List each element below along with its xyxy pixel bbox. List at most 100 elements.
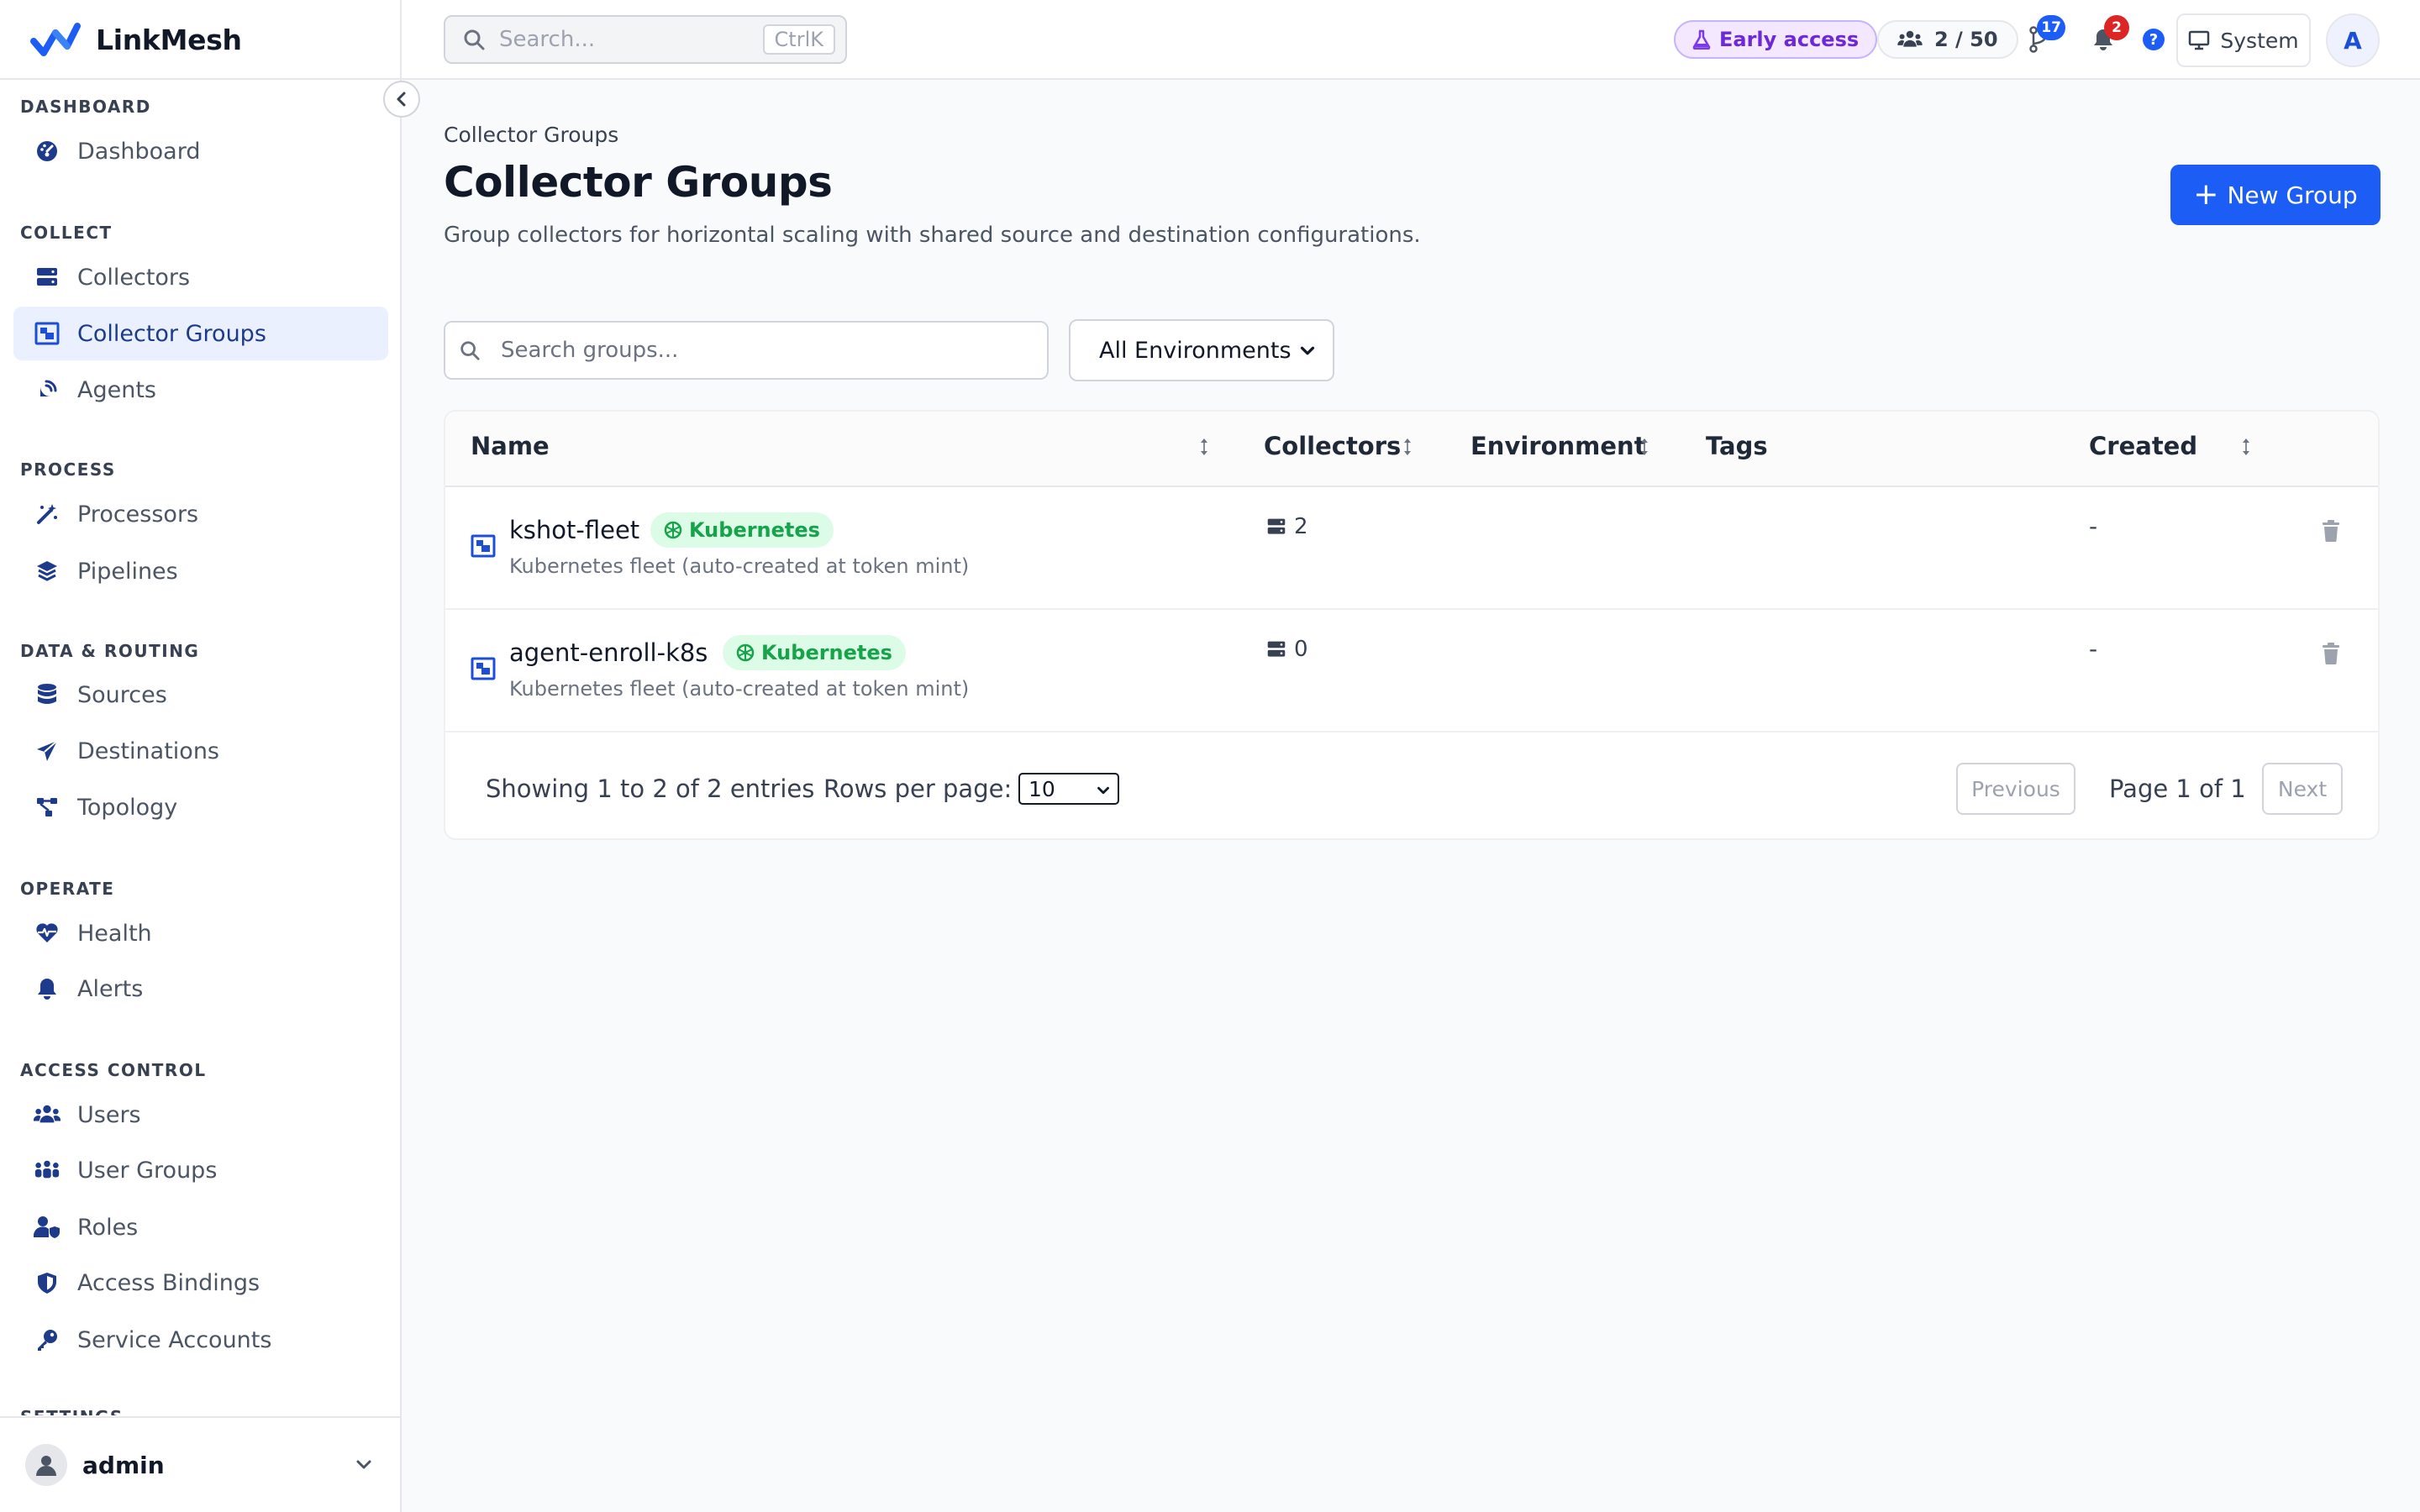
sidebar-item-user-groups[interactable]: User Groups — [13, 1143, 388, 1197]
users-icon — [34, 1101, 60, 1128]
app-name: LinkMesh — [96, 23, 242, 56]
sort-icon[interactable] — [1639, 437, 1650, 457]
sidebar-item-processors[interactable]: Processors — [13, 487, 388, 541]
early-access-badge[interactable]: Early access — [1674, 20, 1878, 59]
created-value: - — [2089, 512, 2098, 540]
group-name[interactable]: agent-enroll-k8s — [509, 638, 708, 667]
sidebar-item-label: Dashboard — [77, 138, 201, 165]
people-group-icon — [34, 1157, 60, 1184]
server-icon — [34, 264, 60, 291]
column-environment[interactable]: Environment — [1470, 432, 1646, 460]
seats-count: 2 / 50 — [1934, 28, 1998, 51]
new-group-label: New Group — [2227, 181, 2358, 209]
help-button[interactable]: ? — [2134, 20, 2173, 59]
sidebar-item-access-bindings[interactable]: Access Bindings — [13, 1256, 388, 1310]
seats-usage-badge[interactable]: 2 / 50 — [1877, 20, 2018, 59]
user-icon — [36, 1456, 56, 1476]
page-subtitle: Group collectors for horizontal scaling … — [444, 223, 1421, 248]
next-page-button[interactable]: Next — [2262, 763, 2343, 815]
group-search-placeholder: Search groups... — [501, 338, 679, 363]
git-changes-badge: 17 — [2037, 15, 2065, 40]
monitor-icon — [2189, 30, 2210, 50]
linkmesh-logo-icon — [30, 23, 81, 56]
gauge-icon — [34, 138, 60, 165]
sidebar-item-users[interactable]: Users — [13, 1088, 388, 1142]
layers-icon — [34, 558, 60, 585]
group-search-input[interactable]: Search groups... — [444, 321, 1049, 380]
trash-icon[interactable] — [2321, 519, 2341, 543]
created-value: - — [2089, 635, 2098, 663]
object-group-icon — [471, 657, 496, 680]
column-collectors[interactable]: Collectors — [1264, 432, 1401, 460]
sort-icon[interactable] — [2240, 437, 2252, 457]
sidebar-item-label: Sources — [77, 681, 167, 708]
sidebar-item-roles[interactable]: Roles — [13, 1200, 388, 1254]
wand-icon — [34, 501, 60, 528]
environment-filter-select[interactable]: All Environments — [1069, 319, 1334, 381]
sidebar-item-label: Health — [77, 920, 152, 947]
sidebar-item-health[interactable]: Health — [13, 906, 388, 960]
kubernetes-tag: Kubernetes — [650, 512, 834, 548]
chevron-down-icon — [356, 1460, 371, 1469]
sidebar-item-collector-groups[interactable]: Collector Groups — [13, 307, 388, 360]
sidebar-item-label: Destinations — [77, 738, 220, 764]
sidebar-item-label: Access Bindings — [77, 1269, 260, 1296]
collectors-count-value: 2 — [1294, 514, 1308, 539]
user-menu[interactable]: admin — [0, 1416, 400, 1512]
page-info: Page 1 of 1 — [2109, 774, 2246, 803]
sidebar-item-label: Processors — [77, 501, 199, 528]
rows-per-page-value: 10 — [1028, 776, 1055, 801]
sidebar-item-sources[interactable]: Sources — [13, 668, 388, 722]
profile-avatar[interactable]: A — [2326, 13, 2380, 67]
theme-toggle-button[interactable]: System — [2176, 13, 2311, 67]
table-row[interactable]: kshot-fleet Kubernetes Kubernetes fleet … — [445, 487, 2378, 610]
sidebar: LinkMesh Dashboard Dashboard Collect Col… — [0, 0, 402, 1512]
collectors-count-value: 0 — [1294, 637, 1308, 662]
section-collect: Collect — [20, 223, 113, 243]
object-group-icon — [471, 534, 496, 558]
sidebar-item-agents[interactable]: Agents — [13, 363, 388, 417]
username: admin — [82, 1451, 165, 1479]
sidebar-item-pipelines[interactable]: Pipelines — [13, 544, 388, 598]
new-group-button[interactable]: + New Group — [2170, 165, 2381, 225]
section-operate: Operate — [20, 879, 115, 899]
sidebar-item-topology[interactable]: Topology — [13, 780, 388, 834]
tag-label: Kubernetes — [689, 518, 820, 542]
column-name[interactable]: Name — [471, 432, 550, 460]
sidebar-item-destinations[interactable]: Destinations — [13, 724, 388, 778]
object-group-icon — [34, 320, 60, 347]
app-logo[interactable]: LinkMesh — [30, 18, 242, 60]
sidebar-item-dashboard[interactable]: Dashboard — [13, 124, 388, 178]
search-icon — [464, 29, 485, 50]
sidebar-item-collectors[interactable]: Collectors — [13, 250, 388, 304]
sidebar-collapse-button[interactable] — [383, 81, 420, 118]
kubernetes-icon — [736, 643, 755, 662]
plus-icon: + — [2193, 177, 2219, 212]
column-created[interactable]: Created — [2089, 432, 2197, 460]
global-search-input[interactable]: Search... CtrlK — [444, 15, 847, 64]
sidebar-item-service-accounts[interactable]: Service Accounts — [13, 1313, 388, 1367]
paper-plane-icon — [34, 738, 60, 764]
breadcrumb: Collector Groups — [444, 123, 619, 147]
bell-icon — [34, 975, 60, 1002]
sort-icon[interactable] — [1198, 437, 1210, 457]
table-row[interactable]: agent-enroll-k8s Kubernetes Kubernetes f… — [445, 610, 2378, 732]
sort-icon[interactable] — [1402, 437, 1413, 457]
sidebar-item-alerts[interactable]: Alerts — [13, 962, 388, 1016]
trash-icon[interactable] — [2321, 642, 2341, 665]
git-changes-button[interactable]: 17 — [2020, 15, 2065, 59]
section-process: Process — [20, 459, 116, 480]
previous-page-button[interactable]: Previous — [1956, 763, 2075, 815]
rows-per-page-select[interactable]: 10 — [1018, 773, 1119, 805]
group-name[interactable]: kshot-fleet — [509, 516, 639, 544]
section-data-routing: Data & Routing — [20, 641, 200, 661]
user-avatar — [25, 1444, 67, 1486]
sidebar-item-label: Users — [77, 1101, 141, 1128]
collectors-count: 0 — [1265, 637, 1308, 662]
flask-icon — [1692, 29, 1711, 50]
notifications-button[interactable]: 2 — [2084, 15, 2129, 59]
sidebar-item-label: Service Accounts — [77, 1326, 272, 1353]
sidebar-item-label: Roles — [77, 1214, 139, 1241]
search-shortcut: CtrlK — [762, 24, 835, 55]
chevron-down-icon — [1097, 786, 1109, 795]
